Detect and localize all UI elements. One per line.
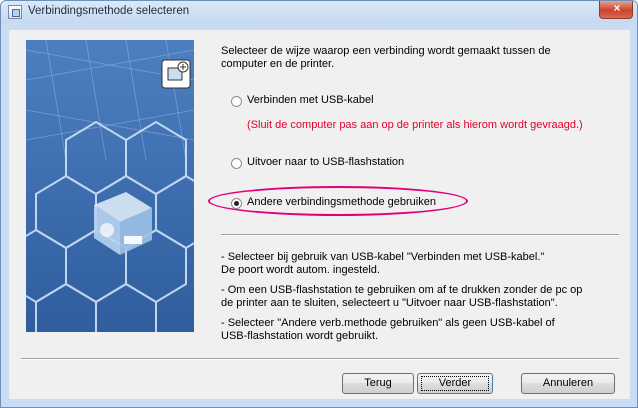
intro-text-line-2: computer en de printer. [221,58,335,70]
info-other-line-1: - Selecteer "Andere verb.methode gebruik… [221,317,555,329]
radio-other-method-label[interactable]: Andere verbindingsmethode gebruiken [247,196,436,209]
usb-warning-text: (Sluit de computer pas aan op de printer… [247,119,583,131]
radio-usb-flash[interactable] [231,158,242,169]
button-separator [21,358,619,360]
back-button[interactable]: Terug [342,373,414,394]
radio-usb-flash-label[interactable]: Uitvoer naar to USB-flashstation [247,156,404,169]
banner-image [26,40,194,332]
window-title: Verbindingsmethode selecteren [28,5,190,17]
info-usb-line-2: De poort wordt autom. ingesteld. [221,264,380,276]
radio-usb-cable-label[interactable]: Verbinden met USB-kabel [247,94,374,107]
close-button[interactable]: × [599,1,633,19]
app-icon [8,5,22,19]
radio-usb-cable[interactable] [231,96,242,107]
info-flash-line-2: de printer aan te sluiten, selecteert u … [221,297,558,309]
radio-other-method[interactable] [231,198,242,209]
close-icon: × [613,1,621,15]
title-bar[interactable]: Verbindingsmethode selecteren × [1,1,637,23]
info-separator [221,234,619,236]
info-flash-line-1: - Om een USB-flashstation te gebruiken o… [221,284,583,296]
info-other-line-2: USB-flashstation wordt gebruikt. [221,330,379,342]
intro-text-line-1: Selecteer de wijze waarop een verbinding… [221,45,551,57]
cancel-button[interactable]: Annuleren [521,373,615,394]
focus-rect [421,376,489,391]
next-button[interactable]: Verder [417,373,493,394]
info-usb-line-1: - Selecteer bij gebruik van USB-kabel "V… [221,251,545,263]
dialog-window: Verbindingsmethode selecteren × Selectee… [0,0,638,408]
